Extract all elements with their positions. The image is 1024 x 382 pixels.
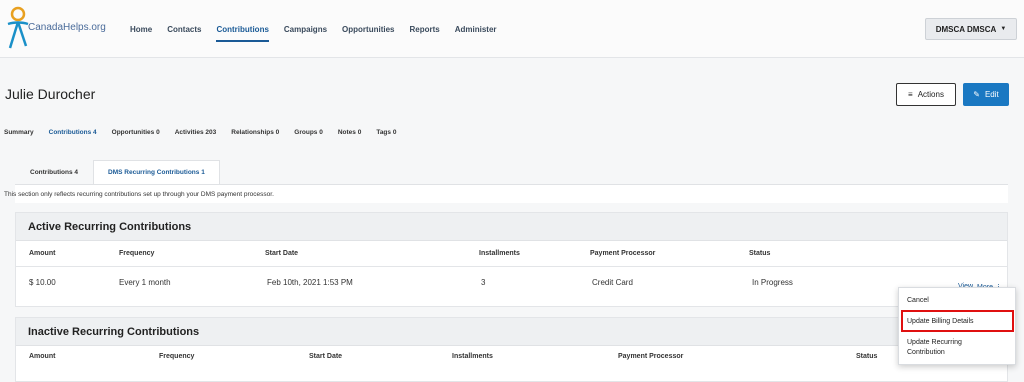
tab-tags[interactable]: Tags 0 xyxy=(376,129,396,136)
highlight-box xyxy=(901,310,1014,332)
col-processor-inactive: Payment Processor xyxy=(618,353,684,360)
tab-opportunities[interactable]: Opportunities 0 xyxy=(112,129,160,136)
menu-update-recurring-line2[interactable]: Contribution xyxy=(907,348,945,358)
org-switcher-button[interactable]: DMSCA DMSCA ▼ xyxy=(925,18,1017,40)
subtab-dms-recurring[interactable]: DMS Recurring Contributions 1 xyxy=(93,160,220,185)
nav-reports[interactable]: Reports xyxy=(409,0,439,58)
cell-start-date: Feb 10th, 2021 1:53 PM xyxy=(267,278,353,287)
logo-text: CanadaHelps.org xyxy=(28,22,106,33)
col-installments-inactive: Installments xyxy=(452,353,493,360)
cell-processor: Credit Card xyxy=(592,278,633,287)
actions-button[interactable]: ≡ Actions xyxy=(896,83,956,106)
org-switcher-label: DMSCA DMSCA xyxy=(935,24,997,34)
nav-administer[interactable]: Administer xyxy=(455,0,497,58)
contribution-subtabs: Contributions 4 DMS Recurring Contributi… xyxy=(15,160,220,185)
tab-relationships[interactable]: Relationships 0 xyxy=(231,129,279,136)
nav-contacts[interactable]: Contacts xyxy=(167,0,201,58)
col-start-date: Start Date xyxy=(265,250,299,257)
menu-lines-icon: ≡ xyxy=(908,90,913,99)
cell-amount: $ 10.00 xyxy=(29,278,56,287)
edit-button[interactable]: ✎ Edit xyxy=(963,83,1009,106)
col-frequency-inactive: Frequency xyxy=(159,353,195,360)
cell-frequency: Every 1 month xyxy=(119,278,171,287)
col-status: Status xyxy=(749,250,771,257)
notice-text: This section only reflects recurring con… xyxy=(4,191,274,198)
top-navbar: CanadaHelps.org Home Contacts Contributi… xyxy=(0,0,1024,58)
cell-status: In Progress xyxy=(752,278,793,287)
active-recurring-panel: Active Recurring Contributions xyxy=(15,212,1008,307)
row-divider xyxy=(15,266,1008,267)
inactive-recurring-panel: Inactive Recurring Contributions xyxy=(15,317,1008,382)
col-amount: Amount xyxy=(29,250,56,257)
tab-contributions[interactable]: Contributions 4 xyxy=(49,129,97,136)
caret-down-icon: ▼ xyxy=(1000,26,1007,32)
tab-summary[interactable]: Summary xyxy=(4,129,34,136)
nav-opportunities[interactable]: Opportunities xyxy=(342,0,394,58)
tab-groups[interactable]: Groups 0 xyxy=(294,129,323,136)
edit-label: Edit xyxy=(984,90,999,99)
col-payment-processor: Payment Processor xyxy=(590,250,656,257)
col-amount-inactive: Amount xyxy=(29,353,56,360)
menu-update-recurring[interactable]: Update Recurring xyxy=(907,338,962,348)
col-status-inactive: Status xyxy=(856,353,878,360)
tab-notes[interactable]: Notes 0 xyxy=(338,129,361,136)
subtab-contributions[interactable]: Contributions 4 xyxy=(15,160,93,185)
inactive-panel-title: Inactive Recurring Contributions xyxy=(16,318,1007,346)
main-nav: Home Contacts Contributions Campaigns Op… xyxy=(130,0,512,58)
col-frequency: Frequency xyxy=(119,250,155,257)
tab-activities[interactable]: Activities 203 xyxy=(175,129,217,136)
contact-tabs: Summary Contributions 4 Opportunities 0 … xyxy=(4,129,411,136)
actions-label: Actions xyxy=(917,90,944,99)
nav-campaigns[interactable]: Campaigns xyxy=(284,0,327,58)
pencil-icon: ✎ xyxy=(973,90,980,99)
active-panel-title: Active Recurring Contributions xyxy=(16,213,1007,241)
nav-contributions[interactable]: Contributions xyxy=(216,0,270,58)
col-start-date-inactive: Start Date xyxy=(309,353,343,360)
contact-name: Julie Durocher xyxy=(5,86,96,102)
cell-installments: 3 xyxy=(481,278,486,287)
menu-cancel[interactable]: Cancel xyxy=(907,296,929,306)
col-installments: Installments xyxy=(479,250,520,257)
canadahelps-logo[interactable]: CanadaHelps.org xyxy=(4,6,114,52)
nav-home[interactable]: Home xyxy=(130,0,152,58)
